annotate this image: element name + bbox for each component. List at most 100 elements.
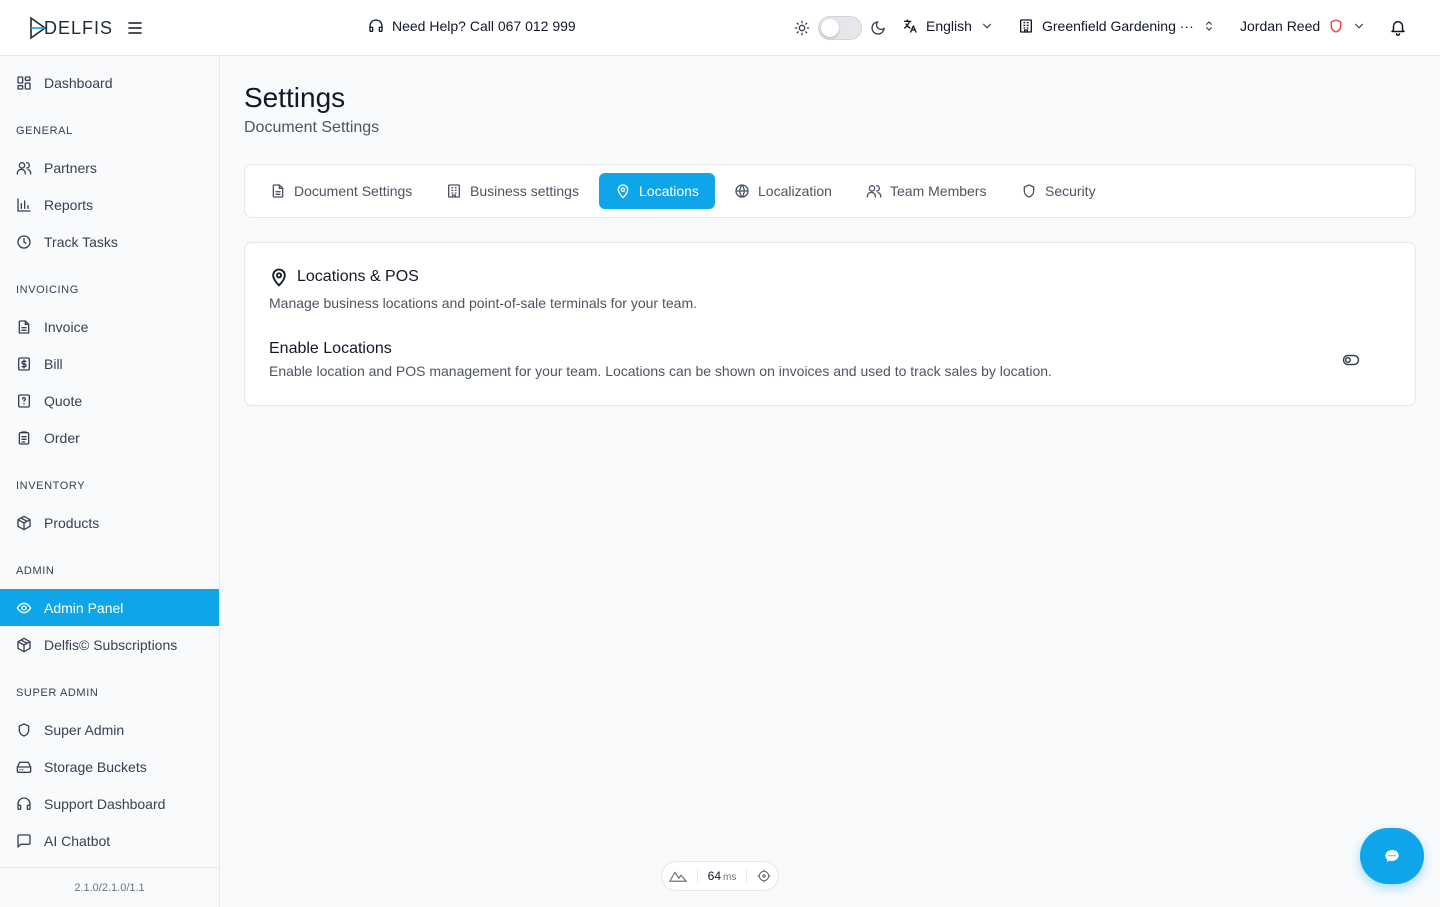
sidebar-item-label: Delfis© Subscriptions (44, 636, 178, 653)
sidebar-item-products[interactable]: Products (0, 504, 219, 541)
brand-logo[interactable]: DELFIS (28, 16, 113, 40)
sidebar-item-quote[interactable]: Quote (0, 382, 219, 419)
headset-icon (369, 19, 383, 32)
divider (696, 869, 698, 883)
sidebar-item-label: Invoice (44, 318, 89, 335)
toggle-knob (821, 19, 839, 37)
sidebar-item-label: Partners (44, 159, 97, 176)
section-inventory: INVENTORY (16, 480, 86, 492)
globe-icon (735, 184, 749, 198)
crosshair-icon (757, 869, 771, 883)
settings-tabs: Document Settings Business settings Loca… (244, 164, 1416, 218)
tab-localization[interactable]: Localization (718, 173, 848, 209)
company-selector[interactable]: Greenfield Gardening ··· (1018, 18, 1216, 34)
chat-fab-button[interactable] (1360, 828, 1424, 884)
chevron-up-down-icon (1205, 21, 1212, 31)
section-general: GENERAL (16, 125, 73, 137)
section-super-admin: SUPER ADMIN (16, 687, 99, 699)
hard-drive-icon (16, 761, 32, 773)
mountain-logo-icon (668, 871, 687, 882)
brand-name: DELFIS (44, 17, 114, 38)
sidebar-item-label: Track Tasks (44, 233, 118, 250)
sidebar-item-invoice[interactable]: Invoice (0, 308, 219, 345)
sidebar-item-storage-buckets[interactable]: Storage Buckets (0, 748, 219, 785)
sidebar-item-dashboard[interactable]: Dashboard (0, 64, 219, 101)
sidebar-item-super-admin[interactable]: Super Admin (0, 711, 219, 748)
sidebar-item-label: AI Chatbot (44, 832, 111, 849)
building-icon (1020, 19, 1032, 33)
chevron-down-icon (982, 23, 992, 29)
tab-label: Team Members (890, 183, 987, 199)
shield-icon (18, 722, 30, 737)
map-pin-icon (272, 268, 286, 287)
sidebar-item-label: Storage Buckets (44, 758, 147, 775)
sidebar-item-subscriptions[interactable]: Delfis© Subscriptions (0, 626, 219, 663)
page-subtitle: Document Settings (244, 119, 380, 136)
sidebar-item-partners[interactable]: Partners (0, 149, 219, 186)
enable-locations-title: Enable Locations (269, 340, 392, 357)
company-name: Greenfield Gardening ··· (1042, 18, 1194, 34)
sidebar-item-ai-chatbot[interactable]: AI Chatbot (0, 822, 219, 859)
sidebar-item-track-tasks[interactable]: Track Tasks (0, 223, 219, 260)
card-description: Manage business locations and point-of-s… (269, 295, 697, 311)
help-contact[interactable]: Need Help? Call 067 012 999 (368, 18, 576, 34)
tab-label: Document Settings (294, 183, 413, 199)
clock-icon (17, 234, 31, 249)
sidebar-item-label: Super Admin (44, 721, 125, 738)
notifications-bell-icon[interactable] (1389, 18, 1407, 36)
tab-team-members[interactable]: Team Members (850, 173, 1002, 209)
chat-bubble-icon (1385, 850, 1399, 862)
theme-toggle[interactable] (818, 16, 862, 40)
building-icon (448, 184, 460, 198)
enable-locations-toggle-icon[interactable] (1342, 351, 1360, 369)
chevron-down-icon (1355, 23, 1364, 29)
sidebar-item-admin-panel[interactable]: Admin Panel (0, 589, 219, 626)
section-invoicing: INVOICING (16, 284, 79, 296)
sidebar-item-label: Support Dashboard (44, 795, 166, 812)
sun-icon (794, 20, 810, 36)
sidebar-item-support-dashboard[interactable]: Support Dashboard (0, 785, 219, 822)
moon-icon (871, 21, 885, 35)
message-square-icon (17, 833, 31, 848)
users-icon (16, 161, 32, 175)
shield-icon (1023, 184, 1035, 198)
page-title: Settings (244, 82, 346, 113)
render-time-value: 64 (707, 869, 721, 883)
sidebar-item-label: Quote (44, 392, 83, 409)
menu-toggle-icon[interactable] (126, 19, 144, 37)
tab-security[interactable]: Security (1005, 173, 1112, 209)
top-header: DELFIS Need Help? Call 067 012 999 Engli… (0, 0, 1440, 56)
tab-locations[interactable]: Locations (599, 173, 715, 209)
help-text: Need Help? Call 067 012 999 (392, 18, 576, 34)
eye-icon (16, 602, 32, 613)
card-title-text: Locations & POS (297, 268, 419, 285)
user-menu[interactable]: Jordan Reed (1240, 18, 1366, 34)
language-selector[interactable]: English (902, 18, 994, 34)
theme-switcher (794, 16, 886, 40)
headset-icon (17, 796, 31, 810)
translate-icon (904, 19, 917, 33)
section-admin: ADMIN (16, 565, 55, 577)
app-version: 2.1.0/2.1.0/1.1 (0, 867, 219, 907)
clipboard-icon (18, 430, 30, 445)
tab-label: Business settings (470, 183, 579, 199)
divider (746, 869, 748, 883)
enable-locations-description: Enable location and POS management for y… (269, 363, 1052, 379)
sidebar-item-label: Reports (44, 196, 94, 213)
render-time-unit: ms (723, 872, 737, 883)
file-question-icon (18, 393, 30, 408)
tab-business-settings[interactable]: Business settings (430, 173, 595, 209)
tab-label: Security (1045, 183, 1096, 199)
sidebar-item-order[interactable]: Order (0, 419, 219, 456)
package-icon (17, 637, 31, 652)
tab-document-settings[interactable]: Document Settings (254, 173, 428, 209)
sidebar-item-bill[interactable]: Bill (0, 345, 219, 382)
performance-indicator[interactable]: 64 ms (661, 861, 779, 891)
bar-chart-icon (17, 197, 31, 212)
sidebar-item-label: Dashboard (44, 74, 113, 91)
file-text-icon (272, 184, 284, 198)
tab-label: Locations (639, 183, 699, 199)
dollar-receipt-icon (18, 356, 30, 371)
file-text-icon (18, 319, 30, 334)
sidebar-item-reports[interactable]: Reports (0, 186, 219, 223)
